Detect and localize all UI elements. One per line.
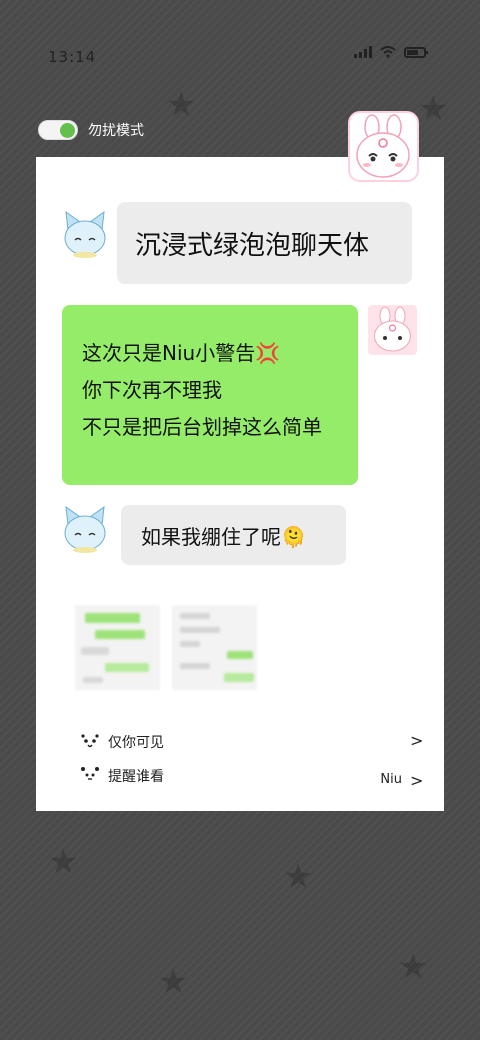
message-text: 沉浸式绿泡泡聊天体 bbox=[135, 230, 370, 261]
bunny-face-icon bbox=[368, 305, 417, 355]
message-line: 这次只是Niu小警告💢 bbox=[82, 341, 281, 365]
message-line: 不只是把后台划掉这么简单 bbox=[82, 415, 322, 439]
visibility-option-label[interactable]: 仅你可见 bbox=[108, 732, 164, 752]
image-thumbnail[interactable] bbox=[75, 605, 160, 690]
battery-icon bbox=[404, 46, 428, 58]
cat-face-icon bbox=[64, 210, 106, 258]
cat-face-icon bbox=[64, 505, 106, 553]
pink-bunny-avatar[interactable] bbox=[368, 305, 417, 355]
message-bubble-green[interactable]: 这次只是Niu小警告💢 你下次再不理我 不只是把后台划掉这么简单 bbox=[62, 305, 358, 485]
message-text: 如果我绷住了呢🫠 bbox=[141, 524, 306, 549]
image-thumbnail[interactable] bbox=[172, 605, 257, 690]
wifi-icon bbox=[380, 46, 396, 58]
status-icons bbox=[354, 46, 428, 58]
chevron-right-icon[interactable]: > bbox=[410, 771, 423, 790]
star-decoration: ★ bbox=[283, 857, 314, 897]
pink-bunny-avatar[interactable] bbox=[348, 111, 419, 182]
toggle-knob bbox=[60, 123, 75, 138]
bunny-face-icon bbox=[356, 114, 410, 178]
message-bubble[interactable]: 如果我绷住了呢🫠 bbox=[121, 505, 346, 565]
toggle-label: 勿扰模式 bbox=[88, 123, 144, 139]
star-decoration: ★ bbox=[158, 962, 189, 1002]
blue-cat-avatar[interactable] bbox=[62, 210, 108, 258]
message-line: 你下次再不理我 bbox=[82, 378, 222, 402]
star-decoration: ★ bbox=[166, 85, 197, 125]
eye-face-icon bbox=[80, 732, 100, 754]
star-decoration: ★ bbox=[418, 89, 449, 129]
remind-option-label[interactable]: 提醒谁看 bbox=[108, 766, 164, 786]
remind-option-value: Niu bbox=[380, 772, 402, 787]
message-bubble[interactable]: 沉浸式绿泡泡聊天体 bbox=[117, 202, 412, 284]
status-time: 13:14 bbox=[48, 48, 97, 66]
do-not-disturb-toggle[interactable] bbox=[38, 120, 78, 140]
star-decoration: ★ bbox=[398, 947, 429, 987]
signal-icon bbox=[354, 46, 372, 58]
star-decoration: ★ bbox=[48, 842, 79, 882]
chevron-right-icon[interactable]: > bbox=[410, 731, 423, 750]
bear-face-icon bbox=[80, 766, 100, 788]
blue-cat-avatar[interactable] bbox=[62, 505, 108, 553]
